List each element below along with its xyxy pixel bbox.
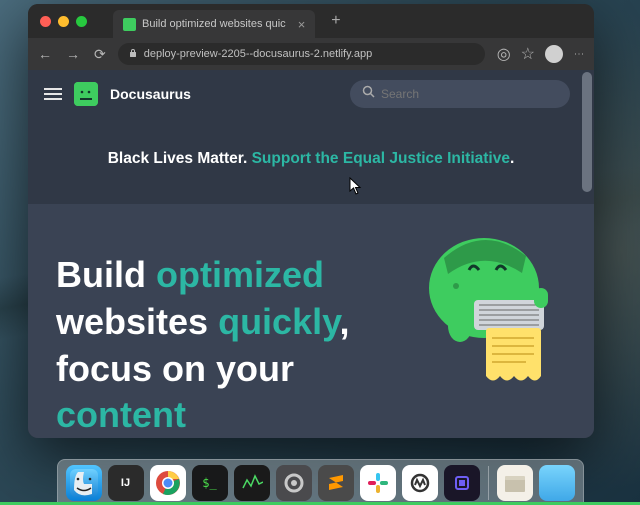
dock-app-sublime[interactable] [318, 465, 354, 501]
hero-headline: Build optimized websites quickly, focus … [56, 252, 376, 438]
dock-app-workplace[interactable] [402, 465, 438, 501]
dock-folder-2[interactable] [539, 465, 575, 501]
browser-tab[interactable]: Build optimized websites quic × [113, 10, 315, 38]
dock-app-system-preferences[interactable] [276, 465, 312, 501]
reload-button[interactable]: ⟳ [94, 46, 106, 63]
tab-title: Build optimized websites quic [142, 18, 286, 30]
dock-folder[interactable] [497, 465, 533, 501]
mascot-image [414, 228, 564, 388]
search-icon [362, 85, 375, 103]
hamburger-menu-icon[interactable] [44, 88, 62, 100]
forward-button[interactable]: → [66, 46, 80, 63]
tab-close-icon[interactable]: × [298, 17, 306, 32]
site-logo-icon[interactable] [74, 82, 98, 106]
titlebar: Build optimized websites quic × + [28, 4, 594, 38]
announcement-banner: Black Lives Matter. Support the Equal Ju… [28, 118, 594, 180]
bookmark-icon[interactable]: ☆ [521, 44, 535, 64]
hero-section: Build optimized websites quickly, focus … [28, 204, 594, 438]
close-window-icon[interactable] [40, 16, 51, 27]
dock-app-loom[interactable] [444, 465, 480, 501]
back-button[interactable]: ← [38, 46, 52, 63]
profile-avatar[interactable] [545, 45, 563, 63]
dock-app-intellij[interactable]: IJ [108, 465, 144, 501]
dock-app-chrome[interactable] [150, 465, 186, 501]
url-text: deploy-preview-2205--docusaurus-2.netlif… [144, 48, 372, 60]
minimize-window-icon[interactable] [58, 16, 69, 27]
address-bar-row: ← → ⟳ deploy-preview-2205--docusaurus-2.… [28, 38, 594, 70]
site-name[interactable]: Docusaurus [110, 86, 191, 102]
dock-app-iterm[interactable]: $_ [192, 465, 228, 501]
page-content: Docusaurus Black Lives Matter. Support t… [28, 70, 594, 438]
dock-app-activity-monitor[interactable] [234, 465, 270, 501]
browser-window: Build optimized websites quic × + ← → ⟳ … [28, 4, 594, 438]
address-bar[interactable]: deploy-preview-2205--docusaurus-2.netlif… [118, 43, 485, 65]
search-input[interactable] [381, 87, 558, 101]
site-nav: Docusaurus [28, 70, 594, 118]
dock-app-slack[interactable] [360, 465, 396, 501]
banner-text: Black Lives Matter. [108, 150, 248, 167]
window-controls [40, 16, 87, 27]
new-tab-button[interactable]: + [331, 12, 340, 30]
maximize-window-icon[interactable] [76, 16, 87, 27]
lock-icon [128, 48, 138, 61]
favicon-icon [123, 18, 136, 31]
search-box[interactable] [350, 80, 570, 108]
browser-menu-icon[interactable]: ⋮ [573, 49, 584, 60]
dock: IJ $_ [0, 459, 640, 505]
scrollbar[interactable] [582, 72, 592, 192]
banner-period: . [510, 150, 514, 167]
extension-icon[interactable]: ◎ [497, 44, 511, 64]
banner-link[interactable]: Support the Equal Justice Initiative [252, 150, 510, 167]
dock-app-finder[interactable] [66, 465, 102, 501]
dock-separator [488, 466, 489, 500]
